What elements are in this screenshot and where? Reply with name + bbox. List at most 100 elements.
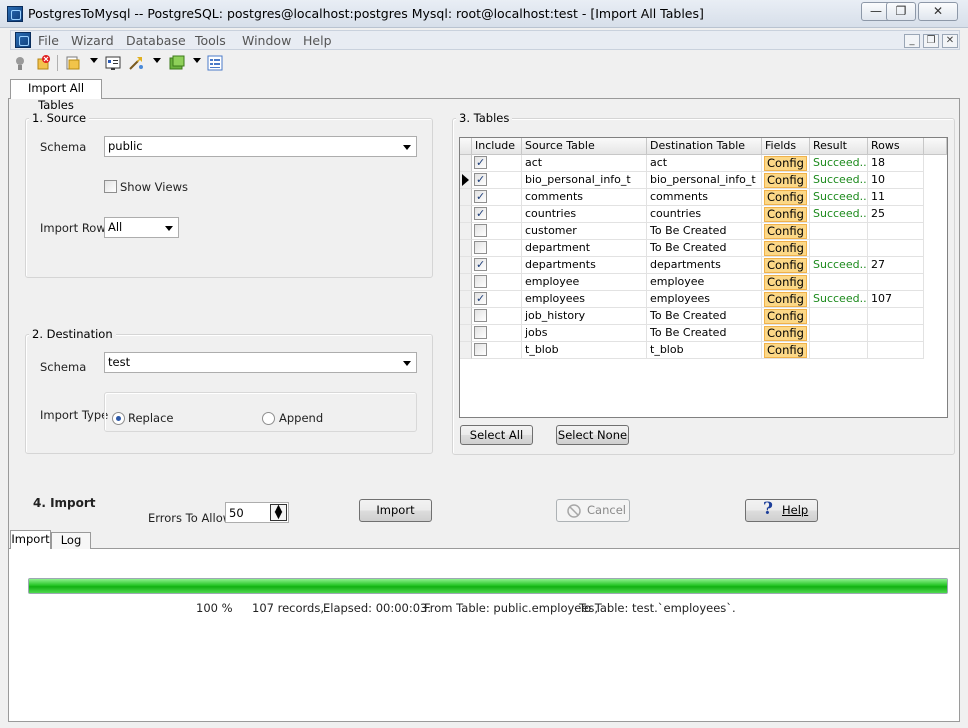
restore-button[interactable]: ❐	[886, 2, 916, 21]
include-checkbox[interactable]	[474, 224, 487, 237]
include-checkbox[interactable]	[474, 155, 487, 171]
window-icon[interactable]	[169, 55, 185, 71]
title-bar[interactable]: PostgresToMysql -- PostgreSQL: postgres@…	[0, 0, 968, 28]
errors-to-allow-spinner[interactable]: 50 ▲ ▼	[225, 502, 289, 523]
destination-table-cell[interactable]: To Be Created	[647, 325, 762, 342]
destination-table-cell[interactable]: To Be Created	[647, 223, 762, 240]
destination-table-cell[interactable]: comments	[647, 189, 762, 206]
config-button[interactable]: Config	[764, 309, 807, 324]
config-button[interactable]: Config	[764, 207, 807, 222]
table-row[interactable]: customer To Be Created Config	[460, 223, 924, 240]
result-cell	[810, 223, 868, 240]
menu-help[interactable]: Help	[303, 33, 332, 48]
menu-window[interactable]: Window	[242, 33, 291, 48]
config-button[interactable]: Config	[764, 156, 807, 171]
table-row[interactable]: departmentsdepartmentsConfigSucceed...27	[460, 257, 924, 274]
table-row[interactable]: employeesemployeesConfigSucceed...107	[460, 291, 924, 308]
config-button[interactable]: Config	[764, 343, 807, 358]
column-header-destination[interactable]: Destination Table	[647, 138, 762, 155]
select-none-button[interactable]: Select None	[556, 425, 629, 445]
include-checkbox[interactable]	[474, 206, 487, 222]
cancel-button[interactable]: Cancel	[556, 499, 630, 522]
table-row[interactable]: jobs To Be Created Config	[460, 325, 924, 342]
tab-import-all-tables[interactable]: Import All Tables	[10, 79, 102, 112]
table-row[interactable]: job_history To Be Created Config	[460, 308, 924, 325]
source-schema-select[interactable]: public	[104, 136, 417, 157]
config-button[interactable]: Config	[764, 326, 807, 341]
wizard-dropdown-icon[interactable]	[90, 58, 98, 63]
show-views-checkbox[interactable]	[104, 180, 117, 193]
tools-icon[interactable]	[128, 55, 144, 71]
row-indicator	[460, 206, 472, 223]
import-rows-select[interactable]: All	[104, 217, 179, 238]
include-checkbox[interactable]	[474, 275, 487, 288]
mdi-close-button[interactable]: ✕	[942, 34, 958, 48]
include-checkbox[interactable]	[474, 257, 487, 273]
import-button[interactable]: Import	[359, 499, 432, 522]
config-button[interactable]: Config	[764, 190, 807, 205]
fields-cell: Config	[762, 308, 810, 325]
replace-label: Replace	[128, 411, 174, 425]
include-checkbox[interactable]	[474, 189, 487, 205]
replace-radio[interactable]	[112, 412, 125, 425]
destination-schema-select[interactable]: test	[104, 352, 417, 373]
wizard-icon[interactable]	[65, 55, 81, 71]
select-all-button[interactable]: Select All	[460, 425, 533, 445]
include-checkbox[interactable]	[474, 241, 487, 254]
menu-file[interactable]: File	[38, 33, 59, 48]
destination-table-cell[interactable]: t_blob	[647, 342, 762, 359]
table-row[interactable]: countriescountriesConfigSucceed...25	[460, 206, 924, 223]
config-button[interactable]: Config	[764, 275, 807, 290]
table-row[interactable]: bio_personal_info_tbio_personal_info_tCo…	[460, 172, 924, 189]
table-row[interactable]: department To Be Created Config	[460, 240, 924, 257]
column-header-result[interactable]: Result	[810, 138, 868, 155]
tab-import[interactable]: Import	[10, 530, 51, 549]
list-icon[interactable]	[207, 55, 223, 71]
config-button[interactable]: Config	[764, 173, 807, 188]
config-button[interactable]: Config	[764, 224, 807, 239]
connect-icon[interactable]	[12, 55, 28, 71]
include-checkbox[interactable]	[474, 343, 487, 356]
include-cell	[472, 325, 522, 342]
include-checkbox[interactable]	[474, 309, 487, 322]
destination-table-cell[interactable]: employees	[647, 291, 762, 308]
report-icon[interactable]	[105, 55, 121, 71]
menu-tools[interactable]: Tools	[195, 33, 226, 48]
window-dropdown-icon[interactable]	[193, 58, 201, 63]
config-button[interactable]: Config	[764, 292, 807, 307]
destination-table-cell[interactable]: To Be Created	[647, 240, 762, 257]
table-row[interactable]: t_blob t_blob Config	[460, 342, 924, 359]
mdi-restore-button[interactable]: ❐	[923, 34, 939, 48]
column-header-fields[interactable]: Fields	[762, 138, 810, 155]
column-header-source[interactable]: Source Table	[522, 138, 647, 155]
spinner-arrows-icon[interactable]: ▲ ▼	[270, 504, 287, 521]
tab-log[interactable]: Log	[51, 532, 91, 549]
destination-table-cell[interactable]: employee	[647, 274, 762, 291]
destination-table-cell[interactable]: bio_personal_info_t	[647, 172, 762, 189]
include-checkbox[interactable]	[474, 172, 487, 188]
column-header-rows[interactable]: Rows	[868, 138, 924, 155]
config-button[interactable]: Config	[764, 258, 807, 273]
fields-cell: Config	[762, 240, 810, 257]
mdi-minimize-button[interactable]: _	[904, 34, 920, 48]
destination-table-cell[interactable]: To Be Created	[647, 308, 762, 325]
help-button[interactable]: ? Help	[745, 499, 818, 522]
destination-table-cell[interactable]: act	[647, 155, 762, 172]
table-row[interactable]: commentscommentsConfigSucceed...11	[460, 189, 924, 206]
current-row-arrow-icon	[462, 174, 469, 186]
table-row[interactable]: actactConfigSucceed...18	[460, 155, 924, 172]
tools-dropdown-icon[interactable]	[153, 58, 161, 63]
close-button[interactable]: ✕	[918, 2, 958, 21]
disconnect-icon[interactable]	[35, 55, 51, 71]
tables-grid[interactable]: Include Source Table Destination Table F…	[459, 137, 948, 418]
destination-table-cell[interactable]: departments	[647, 257, 762, 274]
menu-wizard[interactable]: Wizard	[71, 33, 114, 48]
table-row[interactable]: employee employee Config	[460, 274, 924, 291]
include-checkbox[interactable]	[474, 291, 487, 307]
destination-table-cell[interactable]: countries	[647, 206, 762, 223]
column-header-include[interactable]: Include	[472, 138, 522, 155]
config-button[interactable]: Config	[764, 241, 807, 256]
append-radio[interactable]	[262, 412, 275, 425]
include-checkbox[interactable]	[474, 326, 487, 339]
menu-database[interactable]: Database	[126, 33, 186, 48]
